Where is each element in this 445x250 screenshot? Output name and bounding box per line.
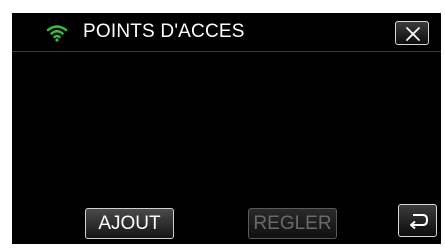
add-button[interactable]: AJOUT xyxy=(85,208,174,239)
close-button[interactable] xyxy=(395,21,429,45)
wifi-icon xyxy=(46,24,68,42)
header-bar: POINTS D'ACCES xyxy=(12,13,441,52)
page-title: POINTS D'ACCES xyxy=(83,21,245,42)
set-button[interactable]: REGLER xyxy=(248,208,337,239)
screen: POINTS D'ACCES AJOUT REGLER xyxy=(12,13,441,244)
back-button[interactable] xyxy=(398,204,437,237)
close-icon xyxy=(406,27,420,41)
back-icon xyxy=(410,214,429,230)
